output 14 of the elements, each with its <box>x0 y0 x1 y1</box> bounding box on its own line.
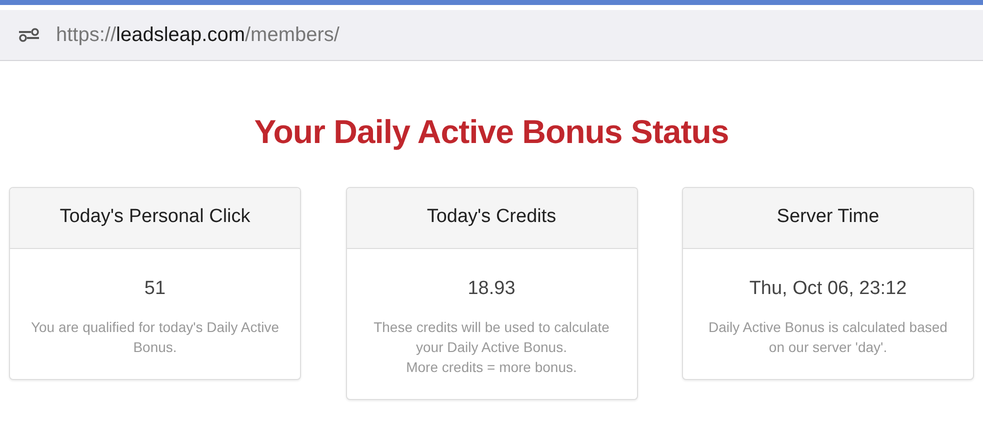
card-description: These credits will be used to calculate your Daily Active Bonus. <box>372 318 610 357</box>
card-heading: Today's Credits <box>426 205 556 230</box>
card-description: More credits = more bonus. <box>406 358 577 377</box>
card-value: 51 <box>144 276 166 300</box>
card-heading: Server Time <box>776 205 880 230</box>
url-text[interactable]: https://leadsleap.com/members/ <box>56 20 340 50</box>
card-value: 18.93 <box>468 276 516 300</box>
card-description: You are qualified for today's Daily Active Bonus. <box>30 318 280 357</box>
site-settings-icon[interactable] <box>18 28 40 42</box>
page-title: Your Daily Active Bonus Status <box>254 112 729 152</box>
card-heading: Today's Personal Click <box>60 205 250 230</box>
address-bar[interactable]: https://leadsleap.com/members/ <box>0 10 983 61</box>
card-value: Thu, Oct 06, 23:12 <box>749 276 907 300</box>
card-description: Daily Active Bonus is calculated based on our server 'day'. <box>708 318 948 357</box>
